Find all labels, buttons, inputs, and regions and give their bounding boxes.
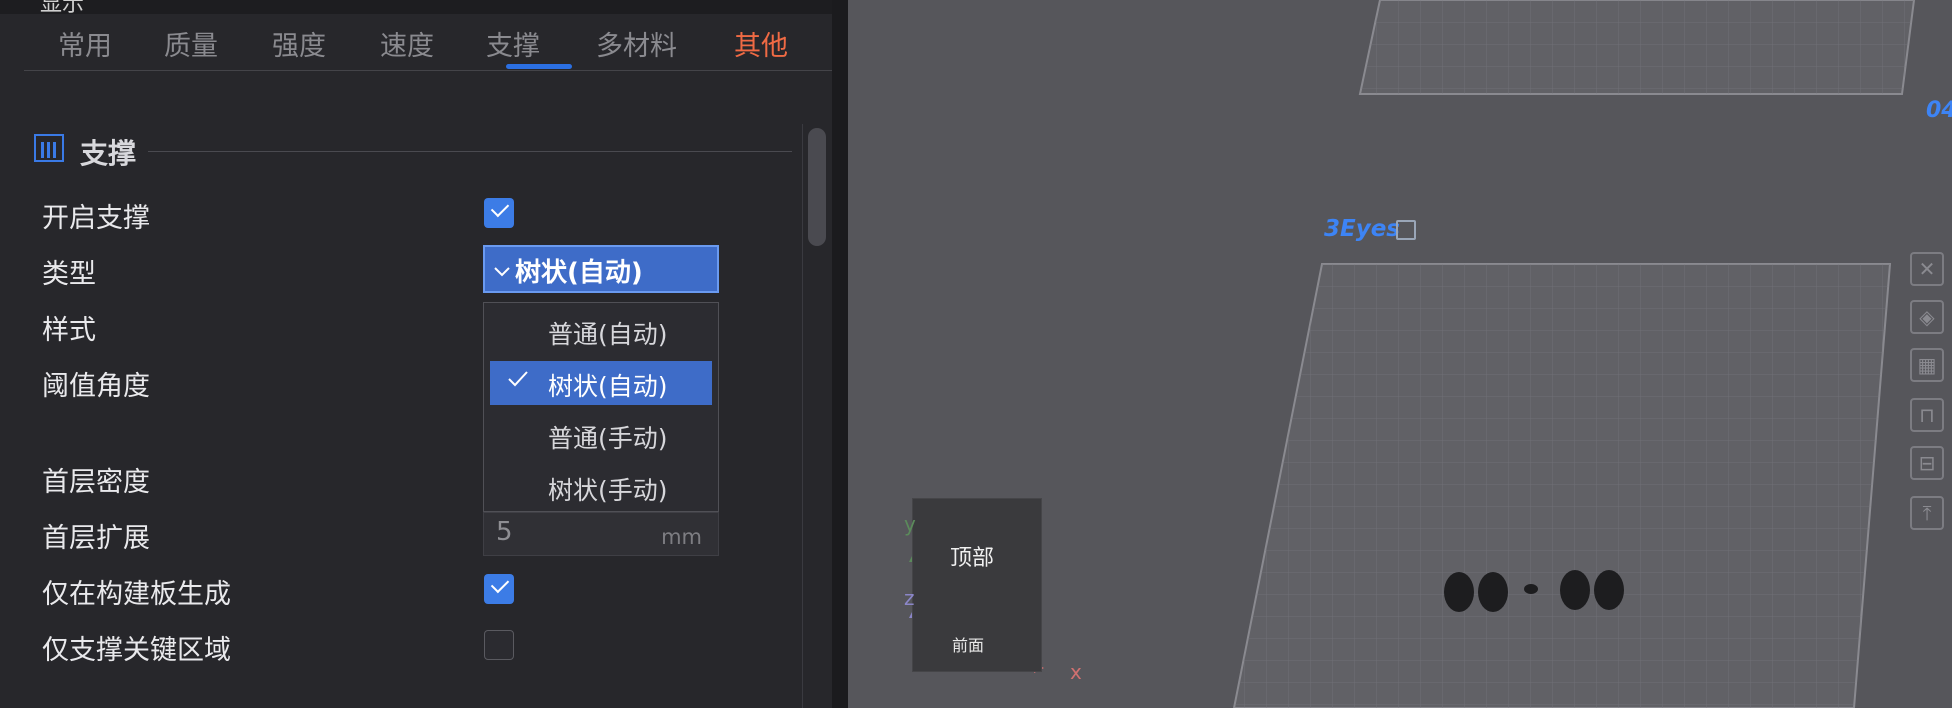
type-dropdown-menu: 普通(自动) 树状(自动) 普通(手动) 树状(手动) <box>483 302 719 512</box>
arrange-icon[interactable]: ▦ <box>1910 348 1944 382</box>
active-tab-indicator <box>506 64 572 69</box>
axis-z-label: z <box>904 586 915 610</box>
tab-common[interactable]: 常用 <box>58 24 112 63</box>
chevron-down-icon <box>493 257 511 287</box>
build-plate-only-label: 仅在构建板生成 <box>42 579 231 610</box>
plate-settings-icon[interactable]: ⊟ <box>1910 446 1944 480</box>
dropdown-option-tree-manual[interactable]: 树状(手动) <box>490 465 712 509</box>
critical-regions-only-label: 仅支撑关键区域 <box>42 635 231 666</box>
dropdown-option-normal-manual[interactable]: 普通(手动) <box>490 413 712 457</box>
panel-splitter[interactable] <box>832 0 848 708</box>
model-part[interactable] <box>1524 584 1538 594</box>
type-select-value: 树状(自动) <box>515 258 643 288</box>
tab-strength[interactable]: 强度 <box>272 24 326 63</box>
tab-speed[interactable]: 速度 <box>380 24 434 63</box>
critical-regions-only-checkbox[interactable] <box>484 630 514 660</box>
panel-header: 显示 <box>0 0 832 14</box>
type-label: 类型 <box>42 259 96 290</box>
dropdown-option-tree-auto[interactable]: 树状(自动) <box>490 361 712 405</box>
style-label: 样式 <box>42 315 96 346</box>
checkmark-icon <box>506 367 530 397</box>
move-to-top-icon[interactable]: ⤒ <box>1910 496 1944 530</box>
build-plate-only-checkbox[interactable] <box>484 574 514 604</box>
dropdown-option-normal-auto[interactable]: 普通(自动) <box>490 309 712 353</box>
view-cube-front-label[interactable]: 前面 <box>952 632 984 656</box>
axis-y-label: y <box>904 512 916 536</box>
section-title: 支撑 <box>80 137 137 170</box>
threshold-angle-label: 阈值角度 <box>42 371 150 402</box>
tab-support[interactable]: 支撑 <box>486 24 540 63</box>
tab-quality[interactable]: 质量 <box>164 24 218 63</box>
enable-support-label: 开启支撑 <box>42 203 150 234</box>
model-part[interactable] <box>1560 570 1590 610</box>
scrollbar[interactable] <box>808 128 826 246</box>
model-part[interactable] <box>1594 570 1624 610</box>
settings-tabs: 常用 质量 强度 速度 支撑 多材料 其他 <box>24 14 832 71</box>
plate-number: 04 <box>1926 98 1952 123</box>
model-part[interactable] <box>1478 572 1508 612</box>
first-layer-expansion-label: 首层扩展 <box>42 523 150 554</box>
lock-icon[interactable]: ⊓ <box>1910 398 1944 432</box>
panel-header-title: 显示 <box>40 0 85 14</box>
model-part[interactable] <box>1444 572 1474 612</box>
first-layer-expansion-unit: mm <box>661 525 702 549</box>
type-select[interactable]: 树状(自动) <box>483 245 719 293</box>
first-layer-expansion-value: 5 <box>496 517 513 547</box>
first-layer-density-label: 首层密度 <box>42 467 150 498</box>
tab-other[interactable]: 其他 <box>734 24 788 63</box>
close-icon[interactable]: ✕ <box>1910 252 1944 286</box>
axis-x-label: x <box>1070 660 1082 684</box>
first-layer-expansion-input[interactable]: 5 mm <box>483 512 719 556</box>
tab-multi-material[interactable]: 多材料 <box>596 24 677 63</box>
view-cube-top-label[interactable]: 顶部 <box>950 540 994 572</box>
auto-orient-icon[interactable]: ◈ <box>1910 300 1944 334</box>
edit-icon[interactable] <box>1396 220 1416 240</box>
enable-support-checkbox[interactable] <box>484 198 514 228</box>
settings-panel: 显示 常用 质量 强度 速度 支撑 多材料 其他 支撑 开启支撑 类型 树状(自… <box>0 0 832 708</box>
plate-name[interactable]: 3Eyes <box>1324 216 1400 242</box>
support-section-icon <box>34 134 64 162</box>
section-divider <box>148 151 792 152</box>
scroll-track <box>802 124 803 708</box>
